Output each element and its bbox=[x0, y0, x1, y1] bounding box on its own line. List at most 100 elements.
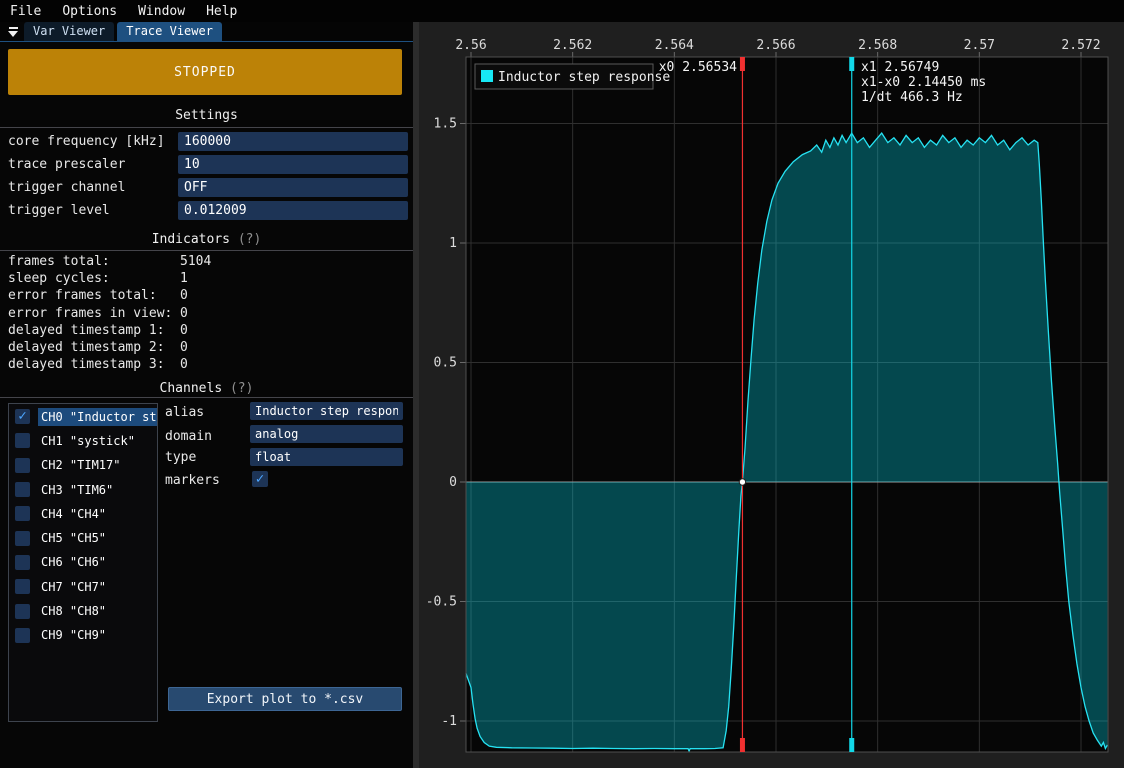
channel-checkbox[interactable] bbox=[15, 506, 30, 521]
channel-checkbox[interactable] bbox=[15, 482, 30, 497]
marker-snap-dot bbox=[739, 479, 745, 485]
indicator-row: error frames in view:0 bbox=[8, 305, 408, 322]
marker-freq-label: 1/dt 466.3 Hz bbox=[861, 90, 963, 105]
channel-row[interactable]: CH6 "CH6" bbox=[9, 551, 157, 574]
trigger-level-label: trigger level bbox=[8, 203, 178, 218]
core-frequency-input[interactable] bbox=[178, 132, 408, 151]
indicator-label: delayed timestamp 2: bbox=[8, 340, 180, 355]
indicator-label: delayed timestamp 3: bbox=[8, 357, 180, 372]
indicator-row: delayed timestamp 3:0 bbox=[8, 356, 408, 373]
collapse-icon-bar bbox=[9, 27, 18, 29]
indicator-row: delayed timestamp 1:0 bbox=[8, 322, 408, 339]
channel-row[interactable]: CH8 "CH8" bbox=[9, 599, 157, 622]
channel-list[interactable]: ✓ CH0 "Inductor st CH1 "systick" CH2 "TIM17… bbox=[8, 403, 158, 722]
plot-legend[interactable]: Inductor step response bbox=[475, 64, 670, 89]
tab-trace-viewer[interactable]: Trace Viewer bbox=[117, 22, 222, 41]
menu-options[interactable]: Options bbox=[62, 4, 117, 19]
channels-rule bbox=[0, 397, 413, 398]
channel-label[interactable]: CH3 "TIM6" bbox=[38, 481, 116, 499]
channel-row[interactable]: CH1 "systick" bbox=[9, 429, 157, 452]
indicators-header: Indicators (?) bbox=[0, 232, 413, 247]
marker-x0-bottom-handle[interactable] bbox=[740, 738, 745, 752]
channel-label[interactable]: CH5 "CH5" bbox=[38, 529, 109, 547]
channel-label[interactable]: CH9 "CH9" bbox=[38, 626, 109, 644]
indicators-rule bbox=[0, 250, 413, 251]
markers-checkbox[interactable]: ✓ bbox=[252, 471, 268, 487]
indicator-value: 0 bbox=[180, 323, 188, 338]
trigger-channel-label: trigger channel bbox=[8, 180, 178, 195]
channel-checkbox[interactable] bbox=[15, 628, 30, 643]
indicator-value: 1 bbox=[180, 271, 188, 286]
check-icon: ✓ bbox=[256, 472, 264, 487]
type-input[interactable] bbox=[250, 448, 403, 466]
channel-label[interactable]: CH4 "CH4" bbox=[38, 505, 109, 523]
indicators-help-icon[interactable]: (?) bbox=[238, 232, 261, 247]
marker-x1-bottom-handle[interactable] bbox=[849, 738, 854, 752]
channel-checkbox[interactable] bbox=[15, 604, 30, 619]
channels-help-icon[interactable]: (?) bbox=[230, 381, 253, 396]
y-tick-label: -1 bbox=[441, 714, 457, 729]
marker-x0-label: x0 2.56534 bbox=[659, 60, 737, 75]
channel-checkbox[interactable] bbox=[15, 579, 30, 594]
channel-row[interactable]: CH7 "CH7" bbox=[9, 575, 157, 598]
trace-plot[interactable]: 2.562.5622.5642.5662.5682.572.5721.510.5… bbox=[419, 22, 1124, 768]
channel-checkbox[interactable] bbox=[15, 531, 30, 546]
alias-input[interactable] bbox=[250, 402, 403, 420]
channel-checkbox[interactable]: ✓ bbox=[15, 409, 30, 424]
channel-row[interactable]: CH2 "TIM17" bbox=[9, 454, 157, 477]
export-csv-button[interactable]: Export plot to *.csv bbox=[168, 687, 402, 711]
indicator-label: sleep cycles: bbox=[8, 271, 180, 286]
channel-label[interactable]: CH1 "systick" bbox=[38, 432, 138, 450]
channel-label[interactable]: CH0 "Inductor st bbox=[38, 408, 158, 426]
acquisition-status-button[interactable]: STOPPED bbox=[8, 49, 402, 95]
menu-file[interactable]: File bbox=[10, 4, 41, 19]
indicator-row: frames total:5104 bbox=[8, 253, 408, 270]
trace-prescaler-input[interactable] bbox=[178, 155, 408, 174]
trigger-channel-input[interactable] bbox=[178, 178, 408, 197]
plot-panel: 2.562.5622.5642.5662.5682.572.5721.510.5… bbox=[419, 22, 1124, 768]
channel-checkbox[interactable] bbox=[15, 433, 30, 448]
x-tick-label: 2.566 bbox=[756, 38, 795, 53]
x-tick-label: 2.562 bbox=[553, 38, 592, 53]
channel-row[interactable]: CH9 "CH9" bbox=[9, 624, 157, 647]
indicator-value: 0 bbox=[180, 306, 188, 321]
channel-row[interactable]: CH5 "CH5" bbox=[9, 526, 157, 549]
indicator-value: 0 bbox=[180, 340, 188, 355]
domain-input[interactable] bbox=[250, 425, 403, 443]
domain-label: domain bbox=[165, 429, 212, 444]
x-tick-label: 2.572 bbox=[1061, 38, 1100, 53]
trace-prescaler-label: trace prescaler bbox=[8, 157, 178, 172]
channel-label[interactable]: CH8 "CH8" bbox=[38, 602, 109, 620]
channel-checkbox[interactable] bbox=[15, 458, 30, 473]
x-tick-label: 2.564 bbox=[655, 38, 694, 53]
legend-label: Inductor step response bbox=[498, 70, 670, 85]
marker-x0-top-handle[interactable] bbox=[740, 57, 745, 71]
trigger-level-input[interactable] bbox=[178, 201, 408, 220]
channels-header-text: Channels bbox=[160, 381, 223, 396]
indicator-rows: frames total:5104sleep cycles:1error fra… bbox=[8, 253, 408, 373]
channel-label[interactable]: CH2 "TIM17" bbox=[38, 456, 123, 474]
control-panel: Var Viewer Trace Viewer STOPPED Settings… bbox=[0, 22, 413, 768]
y-tick-label: 0.5 bbox=[434, 356, 457, 371]
channel-checkbox[interactable] bbox=[15, 555, 30, 570]
settings-rule bbox=[0, 127, 413, 128]
x-tick-label: 2.568 bbox=[858, 38, 897, 53]
channel-row[interactable]: ✓ CH0 "Inductor st bbox=[9, 405, 157, 428]
channel-label[interactable]: CH6 "CH6" bbox=[38, 553, 109, 571]
check-icon: ✓ bbox=[18, 409, 26, 424]
marker-x1-top-handle[interactable] bbox=[849, 57, 854, 71]
collapse-panel-icon[interactable] bbox=[5, 22, 21, 41]
menu-help[interactable]: Help bbox=[206, 4, 237, 19]
tab-var-viewer[interactable]: Var Viewer bbox=[24, 22, 114, 41]
settings-fields: core frequency [kHz] trace prescaler tri… bbox=[8, 130, 408, 222]
menu-window[interactable]: Window bbox=[138, 4, 185, 19]
x-tick-label: 2.57 bbox=[964, 38, 995, 53]
collapse-icon-triangle bbox=[8, 31, 18, 37]
channel-row[interactable]: CH4 "CH4" bbox=[9, 502, 157, 525]
channel-row[interactable]: CH3 "TIM6" bbox=[9, 478, 157, 501]
legend-swatch-icon bbox=[481, 70, 493, 82]
indicator-value: 5104 bbox=[180, 254, 211, 269]
alias-label: alias bbox=[165, 405, 204, 420]
indicator-label: error frames total: bbox=[8, 288, 180, 303]
channel-label[interactable]: CH7 "CH7" bbox=[38, 578, 109, 596]
